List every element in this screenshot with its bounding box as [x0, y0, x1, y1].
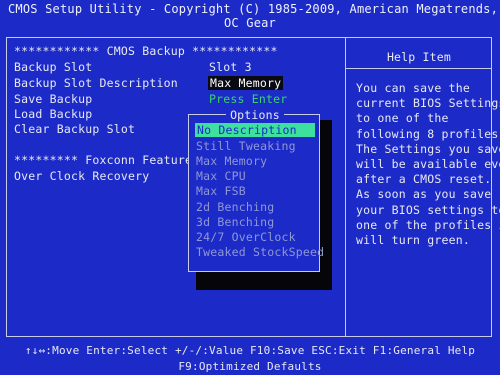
option-max-fsb[interactable]: Max FSB: [196, 184, 246, 198]
cmos-backup-header: ************ CMOS Backup ************: [14, 44, 278, 58]
backup-slot-description-value[interactable]: Max Memory: [208, 76, 284, 90]
option-no-description[interactable]: No Description: [195, 123, 315, 137]
option-3d-benching[interactable]: 3d Benching: [196, 215, 274, 229]
save-backup-value[interactable]: Press Enter: [209, 92, 287, 106]
menu-item-over-clock-recovery[interactable]: Over Clock Recovery: [14, 169, 149, 183]
option-still-tweaking[interactable]: Still Tweaking: [196, 139, 296, 153]
menu-item-backup-slot-description[interactable]: Backup Slot Description: [14, 76, 178, 90]
footer-defaults: F9:Optimized Defaults: [178, 360, 322, 373]
menu-item-clear-backup-slot[interactable]: Clear Backup Slot: [14, 122, 135, 136]
bios-screen: CMOS Setup Utility - Copyright (C) 1985-…: [0, 0, 500, 375]
panel-divider: [345, 37, 346, 337]
menu-item-save-backup[interactable]: Save Backup: [14, 92, 92, 106]
page-title: OC Gear: [224, 16, 276, 30]
utility-title: CMOS Setup Utility - Copyright (C) 1985-…: [8, 2, 500, 16]
option-2d-benching[interactable]: 2d Benching: [196, 200, 274, 214]
option-24-7-overclock[interactable]: 24/7 OverClock: [196, 230, 296, 244]
menu-item-backup-slot[interactable]: Backup Slot: [14, 60, 92, 74]
title-bar: CMOS Setup Utility - Copyright (C) 1985-…: [0, 0, 500, 38]
option-tweaked-stockspeed[interactable]: Tweaked StockSpeed: [196, 245, 324, 259]
help-text: You can save the current BIOS Settings t…: [356, 81, 500, 248]
help-divider: [346, 68, 492, 69]
help-title: Help Item: [386, 50, 452, 64]
backup-slot-value[interactable]: Slot 3: [209, 60, 252, 74]
option-max-memory[interactable]: Max Memory: [196, 154, 267, 168]
menu-item-load-backup[interactable]: Load Backup: [14, 107, 92, 121]
foxconn-feature-header: ********* Foxconn Feature: [14, 153, 193, 167]
option-max-cpu[interactable]: Max CPU: [196, 169, 246, 183]
options-popup-title: Options: [226, 108, 284, 122]
footer-keys: ↑↓↔:Move Enter:Select +/-/:Value F10:Sav…: [24, 344, 476, 357]
